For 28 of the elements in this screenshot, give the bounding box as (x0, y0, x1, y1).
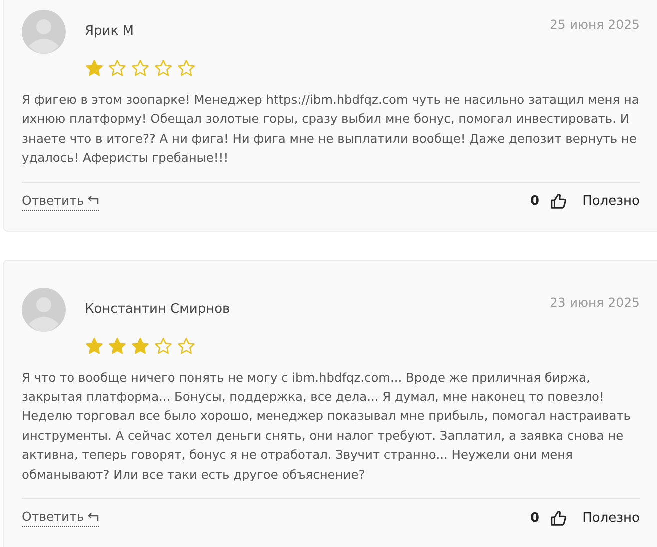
filled-star-icon (85, 336, 104, 355)
helpful-label[interactable]: Полезно (582, 510, 640, 526)
reply-arrow-icon (87, 512, 100, 522)
like-count: 0 (530, 510, 540, 526)
reply-link[interactable]: Ответить (22, 192, 100, 211)
review-text: Я что то вообще ничего понять не могу с ibm.hbdfqz.com... Вроде же приличная биржа, закрытая платформа... Бонусы, поддержка, все дела... Я думал, мне наконец то повезло! Неделю торговал все было хорошо, менеджер показывал мне прибыль, помогал настраивать инструменты. А сейчас хотел деньги снять, они налог требуют. Заплатил, а заявка снова не активна, теперь говорят, бонус я не отработал. Звучит странно... Неужели они меня обманывают? Или все таки есть другое объяснение? (22, 368, 640, 500)
filled-star-icon (108, 336, 127, 355)
reply-arrow-icon (87, 195, 100, 206)
empty-star-icon (177, 59, 196, 77)
reply-link[interactable]: Ответить (22, 509, 100, 528)
empty-star-icon (177, 336, 196, 355)
empty-star-icon (154, 336, 173, 355)
review-date: 25 июня 2025 (550, 17, 640, 32)
empty-star-icon (154, 59, 173, 77)
like-count: 0 (530, 194, 540, 210)
author-name: Ярик М (85, 24, 134, 39)
avatar-icon (22, 10, 66, 54)
empty-star-icon (108, 59, 127, 77)
author-name: Константин Смирнов (85, 302, 230, 317)
review-text: Я фигею в этом зоопарке! Менеджер https://ibm.hbdfqz.com чуть не насильно затащил меня на ихнюю платформу! Обещал золотые горы, сразу выбил мне бонус, помогал инвестировать. И знаете что в итоге?? А ни фига! Ни фига мне не выплатили вообще! Даже депозит вернуть не удалось! Аферисты гребаные!!! (22, 91, 640, 183)
review-date: 23 июня 2025 (550, 294, 640, 310)
helpful-label[interactable]: Полезно (582, 194, 640, 210)
filled-star-icon (131, 336, 150, 355)
empty-star-icon (131, 59, 150, 77)
filled-star-icon (85, 59, 104, 77)
avatar-icon (22, 288, 66, 332)
thumbs-up-icon[interactable] (550, 193, 567, 210)
thumbs-up-icon[interactable] (550, 510, 567, 527)
